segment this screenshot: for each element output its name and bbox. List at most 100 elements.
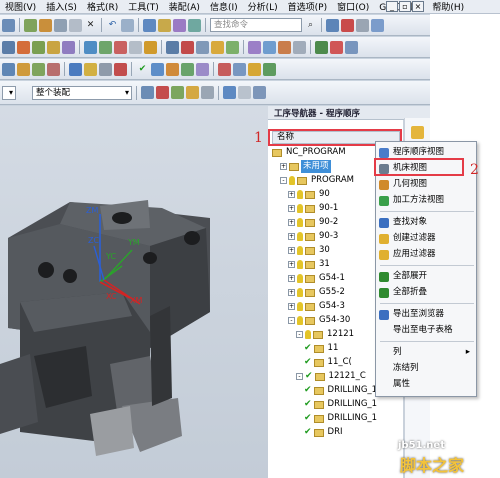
- restore-button[interactable]: ▫: [399, 1, 411, 12]
- tree-row[interactable]: ✔ DRILLING_1: [304, 384, 379, 397]
- shaded-icon[interactable]: [238, 86, 251, 99]
- context-menu-item[interactable]: 几何视图: [376, 177, 476, 192]
- context-menu-item[interactable]: 列 ▸: [376, 345, 476, 360]
- clv-icon[interactable]: [248, 62, 261, 76]
- center-point-icon[interactable]: [186, 86, 199, 99]
- expand-toggle-icon[interactable]: +: [288, 219, 295, 226]
- feed-icon[interactable]: [218, 62, 231, 76]
- boss-icon[interactable]: [62, 40, 75, 54]
- tree-row[interactable]: + G54-1: [288, 272, 347, 285]
- tree-row[interactable]: +30: [288, 244, 332, 257]
- window-icon[interactable]: [143, 18, 156, 32]
- undo-icon[interactable]: ↶: [106, 19, 119, 32]
- tree-row[interactable]: ✔ 11_C(: [304, 356, 354, 369]
- create-program-icon[interactable]: [2, 62, 15, 76]
- expand-toggle-icon[interactable]: -: [288, 317, 295, 324]
- command-search-input[interactable]: 查找命令: [210, 18, 302, 32]
- expand-toggle-icon[interactable]: +: [288, 303, 295, 310]
- tool-path-icon[interactable]: [99, 62, 112, 76]
- expand-toggle-icon[interactable]: -: [296, 331, 303, 338]
- tree-row[interactable]: - PROGRAM: [280, 174, 356, 187]
- edge-blend-icon[interactable]: [129, 40, 142, 54]
- expand-toggle-icon[interactable]: -: [280, 177, 287, 184]
- navigator-tab-icon[interactable]: [411, 126, 424, 139]
- hole-icon[interactable]: [47, 40, 60, 54]
- tree-row[interactable]: ✔ 11: [304, 342, 340, 355]
- context-menu-item[interactable]: 导出至浏览器: [376, 307, 476, 322]
- menu-format[interactable]: 格式(R): [82, 0, 123, 13]
- expand-toggle-icon[interactable]: +: [288, 275, 295, 282]
- expand-toggle-icon[interactable]: -: [296, 373, 303, 380]
- filter-icon[interactable]: [371, 18, 384, 32]
- tree-row[interactable]: +90: [288, 188, 332, 201]
- measure-icon[interactable]: [315, 40, 328, 54]
- menu-info[interactable]: 信息(I): [205, 0, 243, 13]
- snap-point-icon[interactable]: [141, 86, 154, 99]
- orient-view-icon[interactable]: [253, 86, 266, 99]
- expand-toggle-icon[interactable]: +: [288, 233, 295, 240]
- tree-row[interactable]: - G54-30: [288, 314, 352, 327]
- offset-icon[interactable]: [293, 40, 306, 54]
- cut-icon[interactable]: [39, 18, 52, 32]
- context-menu-item[interactable]: 属性: [376, 377, 476, 392]
- minimize-button[interactable]: _: [386, 1, 398, 12]
- close-button[interactable]: ×: [412, 1, 424, 12]
- section-icon[interactable]: [345, 40, 358, 54]
- list-icon[interactable]: [166, 62, 179, 76]
- verify-icon[interactable]: [114, 62, 127, 76]
- context-menu-item[interactable]: 冻结列: [376, 361, 476, 376]
- line-icon[interactable]: [211, 40, 224, 54]
- analysis-icon[interactable]: [330, 40, 343, 54]
- context-menu-item[interactable]: 创建过滤器: [376, 231, 476, 246]
- tree-row[interactable]: - 12121: [296, 328, 356, 341]
- tree-row[interactable]: +90-1: [288, 202, 340, 215]
- tree-row[interactable]: +90-2: [288, 216, 340, 229]
- create-tool-icon[interactable]: [17, 62, 30, 76]
- sketch-icon[interactable]: [2, 40, 15, 54]
- expand-toggle-icon[interactable]: +: [288, 261, 295, 268]
- context-menu-item[interactable]: 全部展开: [376, 269, 476, 284]
- snap-icon[interactable]: [326, 18, 339, 32]
- tree-row[interactable]: + G54-3: [288, 300, 347, 313]
- control-point-icon[interactable]: [201, 86, 214, 99]
- shop-doc-icon[interactable]: [233, 62, 246, 76]
- hide-icon[interactable]: [188, 18, 201, 32]
- assembly-scope-select[interactable]: 整个装配: [32, 85, 132, 100]
- mid-point-icon[interactable]: [171, 86, 184, 99]
- expand-toggle-icon[interactable]: +: [288, 247, 295, 254]
- view-fit-icon[interactable]: [223, 86, 236, 99]
- context-menu-item[interactable]: 全部折叠: [376, 285, 476, 300]
- tree-row[interactable]: - ✔ 12121_C: [296, 370, 368, 383]
- display-icon[interactable]: [173, 18, 186, 32]
- context-menu-item[interactable]: 应用过滤器: [376, 247, 476, 262]
- expand-toggle-icon[interactable]: +: [288, 289, 295, 296]
- delete-icon[interactable]: ✕: [84, 19, 97, 32]
- chamfer-icon[interactable]: [144, 40, 157, 54]
- context-menu-item[interactable]: 查找对象: [376, 215, 476, 230]
- menu-view[interactable]: 视图(V): [0, 0, 41, 13]
- arc-icon[interactable]: [226, 40, 239, 54]
- simulate-icon[interactable]: [181, 62, 194, 76]
- tree-row[interactable]: + 未用项: [280, 160, 331, 173]
- menu-help[interactable]: 帮助(H): [427, 0, 469, 13]
- create-geometry-icon[interactable]: [32, 62, 45, 76]
- layer-icon[interactable]: [158, 18, 171, 32]
- menu-analysis[interactable]: 分析(L): [243, 0, 283, 13]
- menu-insert[interactable]: 插入(S): [41, 0, 82, 13]
- menu-window[interactable]: 窗口(O): [332, 0, 374, 13]
- context-menu-item[interactable]: 导出至电子表格: [376, 323, 476, 338]
- menu-tools[interactable]: 工具(T): [123, 0, 164, 13]
- paste-icon[interactable]: [69, 18, 82, 32]
- tree-row[interactable]: +90-3: [288, 230, 340, 243]
- open-icon[interactable]: [2, 18, 15, 32]
- copy-icon[interactable]: [54, 18, 67, 32]
- tree-row[interactable]: +31: [288, 258, 332, 271]
- trim-icon[interactable]: [278, 40, 291, 54]
- datum-csys-icon[interactable]: [196, 40, 209, 54]
- mesh-icon[interactable]: [248, 40, 261, 54]
- revolve-icon[interactable]: [32, 40, 45, 54]
- tree-row[interactable]: + G55-2: [288, 286, 347, 299]
- create-operation-icon[interactable]: [69, 62, 82, 76]
- transform-icon[interactable]: [24, 18, 37, 32]
- intersect-icon[interactable]: [114, 40, 127, 54]
